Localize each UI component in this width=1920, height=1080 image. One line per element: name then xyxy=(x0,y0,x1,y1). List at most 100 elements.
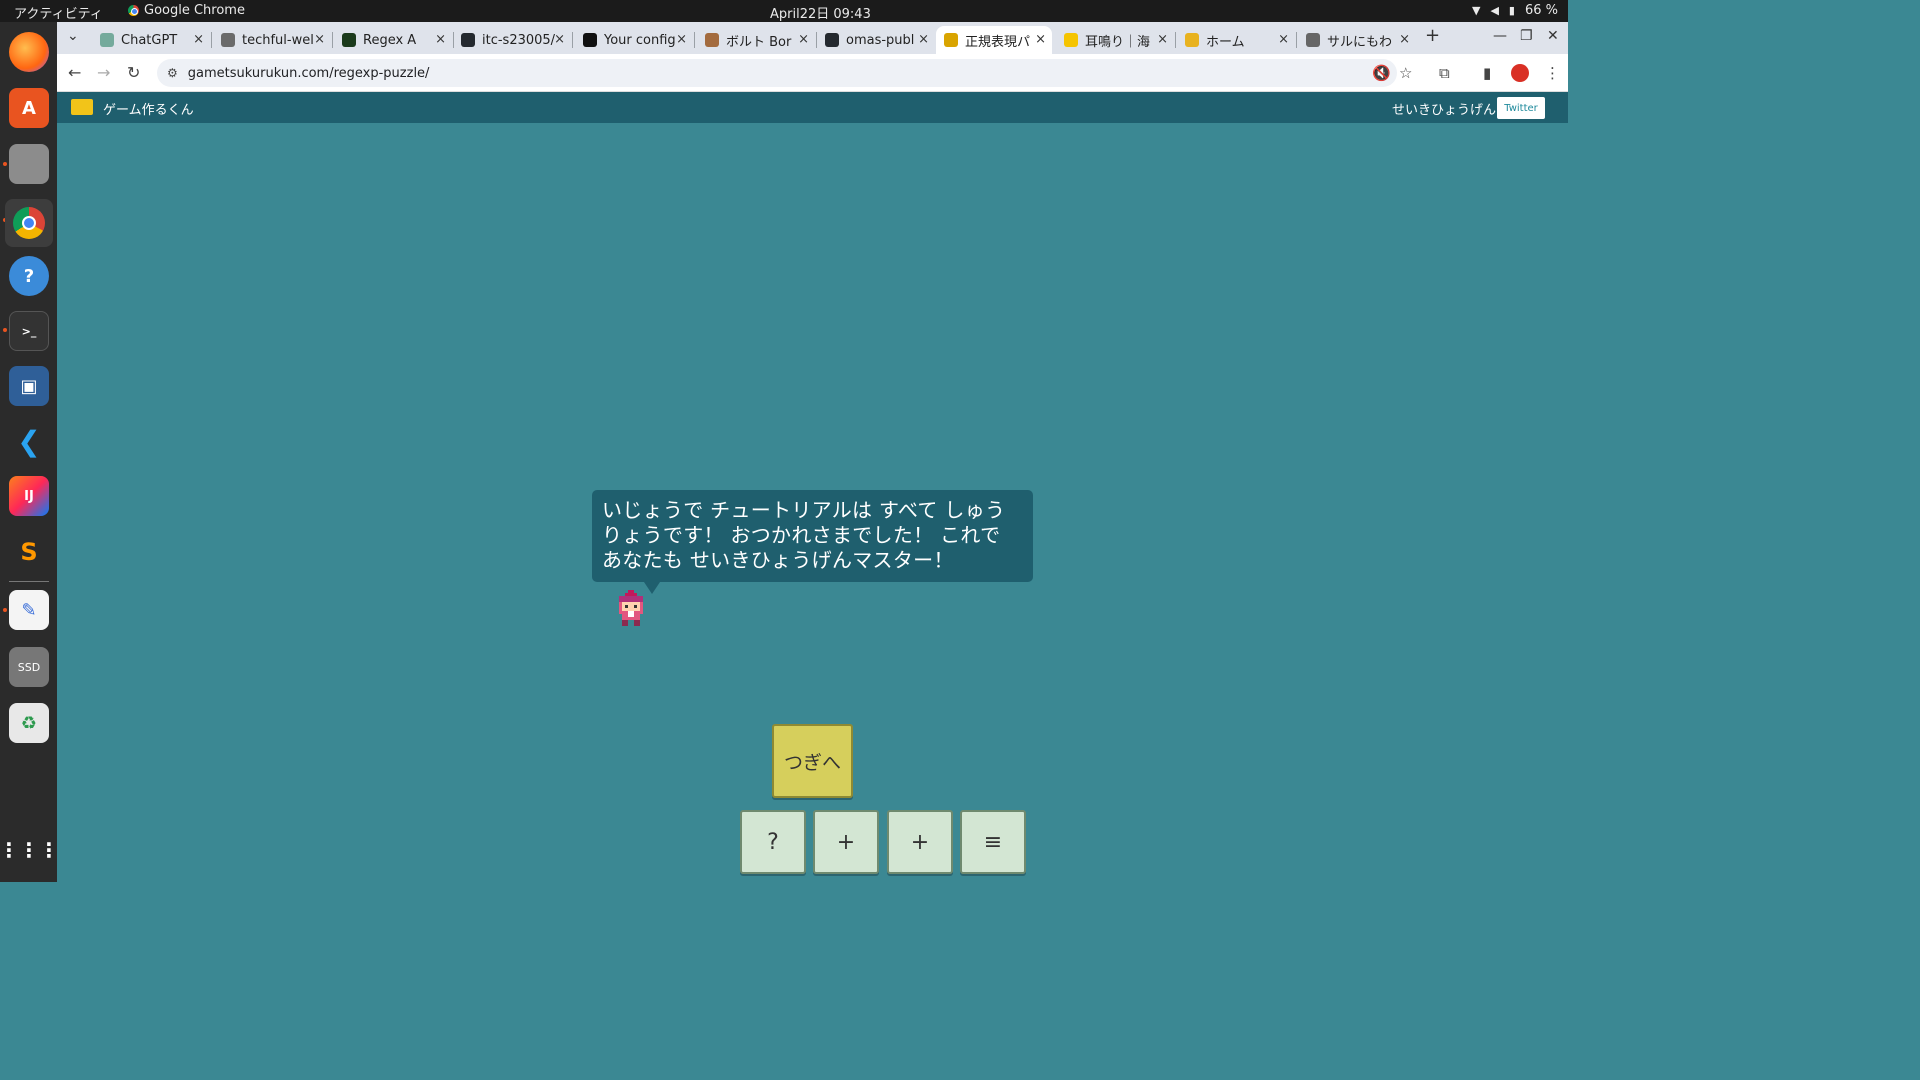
back-icon[interactable]: ← xyxy=(68,63,81,82)
tab[interactable]: 正規表現パ × xyxy=(936,26,1052,54)
firefox-icon[interactable] xyxy=(9,32,49,72)
app-center-icon[interactable]: A xyxy=(9,88,49,128)
app-grid-icon[interactable]: ⋮⋮⋮ xyxy=(0,830,59,870)
header-nav-link[interactable]: せいきひょうげん xyxy=(1392,99,1496,118)
speech-bubble: いじょうで チュートリアルは すべて しゅうりょうです！ おつかれさまでした！ … xyxy=(592,490,1033,594)
virtualbox-icon[interactable]: ▣ xyxy=(9,366,49,406)
dock-separator xyxy=(9,581,49,582)
tab-close-icon[interactable]: × xyxy=(314,32,325,47)
tab-label: 耳鳴り｜海 xyxy=(1085,34,1151,50)
tab-close-icon[interactable]: × xyxy=(676,32,687,47)
tab[interactable]: ChatGPT × xyxy=(92,26,210,54)
profile-avatar[interactable] xyxy=(1511,64,1529,82)
tab-label: itc-s23005/ xyxy=(482,32,556,48)
tab-close-icon[interactable]: × xyxy=(1278,32,1289,47)
extensions-icon[interactable]: ⧉ xyxy=(1439,64,1450,82)
tab-strip: ⌄ ChatGPT × techful-wel × Regex A × itc-s23005… xyxy=(57,22,1568,54)
witch-character-sprite xyxy=(619,590,643,626)
ssd-label: SSD xyxy=(17,660,41,674)
site-logo[interactable] xyxy=(71,99,93,115)
tab[interactable]: techful-wel × xyxy=(213,26,331,54)
tab-close-icon[interactable]: × xyxy=(798,32,809,47)
files-icon[interactable] xyxy=(9,144,49,184)
muted-icon[interactable]: 🔇 xyxy=(1372,64,1391,82)
tab[interactable]: ホーム × xyxy=(1177,26,1295,54)
tab-search-icon[interactable]: ⌄ xyxy=(67,28,79,44)
site-info-icon[interactable]: ⚙ xyxy=(167,66,178,80)
active-app-name: Google Chrome xyxy=(144,3,245,18)
bookmark-star-icon[interactable]: ☆ xyxy=(1399,64,1412,82)
system-top-bar: アクティビティ Google Chrome April22日 09:43 ▼ ◀… xyxy=(0,0,1568,22)
help-icon[interactable]: ? xyxy=(9,256,49,296)
close-window-icon[interactable]: ✕ xyxy=(1547,28,1559,44)
clock[interactable]: April22日 09:43 xyxy=(770,3,871,22)
zoom-in-button[interactable]: + xyxy=(813,810,879,874)
tab-close-icon[interactable]: × xyxy=(435,32,446,47)
menu-button[interactable]: ≡ xyxy=(960,810,1026,874)
tab-favicon-icon xyxy=(461,33,475,47)
system-status-area[interactable]: ▼ ◀ ▮ 66 % xyxy=(1472,3,1558,18)
twitter-button[interactable]: Twitter xyxy=(1497,97,1545,119)
tab[interactable]: omas-publ × xyxy=(817,26,935,54)
next-button[interactable]: つぎへ xyxy=(772,724,853,798)
tab-label: Regex A xyxy=(363,32,417,48)
site-header: ゲーム作るくん せいきひょうげん Twitter xyxy=(57,92,1568,123)
address-bar[interactable]: ⚙ gametsukurukun.com/regexp-puzzle/ xyxy=(157,59,1397,87)
menu-icon[interactable]: ⋮ xyxy=(1545,64,1560,82)
tab[interactable]: 耳鳴り｜海 × xyxy=(1056,26,1174,54)
tab-separator xyxy=(1296,32,1297,48)
tab-separator xyxy=(211,32,212,48)
tab[interactable]: サルにもわ × xyxy=(1298,26,1416,54)
browser-toolbar: ← → ↻ ⚙ gametsukurukun.com/regexp-puzzle… xyxy=(57,54,1568,92)
text-editor-icon[interactable]: ✎ xyxy=(9,590,49,630)
reload-icon[interactable]: ↻ xyxy=(127,63,140,82)
tab-favicon-icon xyxy=(705,33,719,47)
tab[interactable]: itc-s23005/× xyxy=(453,26,571,54)
running-indicator xyxy=(3,162,7,166)
battery-percent: 66 % xyxy=(1524,3,1558,18)
tab-separator xyxy=(694,32,695,48)
forward-icon[interactable]: → xyxy=(97,63,110,82)
dock: A ? >_ ▣ ❮ IJ S ✎ SSD ♻ ⋮⋮⋮ xyxy=(0,22,59,882)
tab-favicon-icon xyxy=(944,33,958,47)
tab[interactable]: ボルト Bor × xyxy=(697,26,815,54)
tab[interactable]: Regex A × xyxy=(334,26,452,54)
tab-separator xyxy=(1175,32,1176,48)
chrome-icon xyxy=(128,5,139,16)
tab-label: ChatGPT xyxy=(121,32,178,48)
tab-label: ホーム xyxy=(1206,34,1245,50)
tab[interactable]: Your config × xyxy=(575,26,693,54)
vscode-icon[interactable]: ❮ xyxy=(9,421,49,461)
restore-icon[interactable]: ❐ xyxy=(1520,28,1533,44)
intellij-icon[interactable]: IJ xyxy=(9,476,49,516)
tab-separator xyxy=(332,32,333,48)
tab-close-icon[interactable]: × xyxy=(1399,32,1410,47)
tab-separator xyxy=(572,32,573,48)
url-text[interactable]: gametsukurukun.com/regexp-puzzle/ xyxy=(188,66,430,81)
trash-icon[interactable]: ♻ xyxy=(9,703,49,743)
tab-favicon-icon xyxy=(825,33,839,47)
minimize-icon[interactable]: — xyxy=(1493,28,1507,44)
tab-close-icon[interactable]: × xyxy=(193,32,204,47)
terminal-icon[interactable]: >_ xyxy=(9,311,49,351)
ssd-drive-icon[interactable]: SSD xyxy=(9,647,49,687)
activities-button[interactable]: アクティビティ xyxy=(14,3,103,22)
help-button[interactable]: ? xyxy=(740,810,806,874)
site-name[interactable]: ゲーム作るくん xyxy=(103,99,194,118)
tab-close-icon[interactable]: × xyxy=(554,32,565,47)
new-tab-button[interactable]: + xyxy=(1425,25,1440,46)
tab-favicon-icon xyxy=(1064,33,1078,47)
chrome-icon[interactable] xyxy=(5,199,53,247)
sublime-icon[interactable]: S xyxy=(9,532,49,572)
running-indicator xyxy=(3,328,7,332)
active-app-menu[interactable]: Google Chrome xyxy=(128,3,245,18)
add-button[interactable]: + xyxy=(887,810,953,874)
tab-close-icon[interactable]: × xyxy=(918,32,929,47)
tab-close-icon[interactable]: × xyxy=(1035,32,1046,47)
side-panel-icon[interactable]: ▮ xyxy=(1483,64,1491,82)
tab-label: ボルト Bor xyxy=(726,34,792,50)
tab-favicon-icon xyxy=(1185,33,1199,47)
tab-label: omas-publ xyxy=(846,32,915,48)
tab-label: 正規表現パ xyxy=(965,34,1031,50)
tab-close-icon[interactable]: × xyxy=(1157,32,1168,47)
